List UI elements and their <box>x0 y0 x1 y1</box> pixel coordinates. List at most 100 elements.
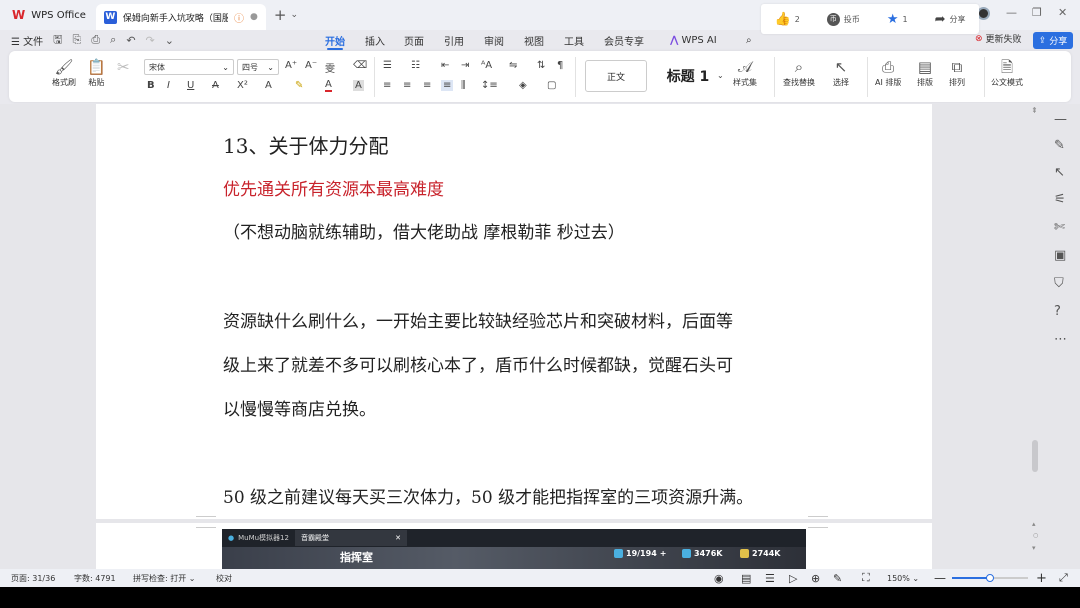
scroll-thumb[interactable] <box>1032 440 1038 472</box>
print-icon[interactable]: ⎙ <box>91 33 100 47</box>
font-color-icon[interactable]: A <box>325 80 332 92</box>
ai-layout-button[interactable]: ⎙ AI 排版 <box>875 57 901 88</box>
zoom-slider-knob[interactable] <box>986 574 994 582</box>
style-set-button[interactable]: 𝒜 样式集 <box>733 57 757 88</box>
redo-icon[interactable]: ↷ <box>146 34 155 47</box>
show-marks-icon[interactable]: ¶ <box>557 60 563 71</box>
border-icon[interactable]: ▢ <box>547 80 556 91</box>
eye-icon[interactable]: ◉ <box>714 569 724 587</box>
text-effect-icon[interactable]: A <box>265 80 272 91</box>
share-button[interactable]: ⇪ 分享 <box>1033 32 1073 49</box>
highlight-icon[interactable]: ✎ <box>295 80 303 91</box>
vertical-scrollbar[interactable]: ⇞ ▴ ○ ▾ <box>1030 104 1040 569</box>
official-mode-button[interactable]: 🗎 公文模式 <box>991 57 1023 88</box>
zoom-out-icon[interactable]: — <box>934 569 946 587</box>
scroll-dot-icon[interactable]: ○ <box>1033 532 1038 539</box>
warning-icon[interactable]: ⓘ <box>234 10 244 25</box>
text-direction-icon[interactable]: ⇋ <box>509 60 517 71</box>
tab-list-chevron-icon[interactable]: ⌄ <box>290 10 298 20</box>
style-normal[interactable]: 正文 <box>585 60 647 92</box>
decrease-indent-icon[interactable]: ⇤ <box>441 60 449 71</box>
align-right-icon[interactable]: ≡ <box>423 80 431 91</box>
style-heading-1[interactable]: 标题 1 <box>651 60 725 92</box>
superscript-icon[interactable]: X² <box>237 80 248 91</box>
menu-wps-ai[interactable]: ⋀ WPS AI <box>670 30 717 50</box>
quick-access-chevron-icon[interactable]: ⌄ <box>165 34 174 47</box>
menu-start[interactable]: 开始 <box>325 30 345 50</box>
menu-insert[interactable]: 插入 <box>365 30 385 50</box>
char-shading-icon[interactable]: A <box>353 80 364 91</box>
save-icon[interactable]: 🖫 <box>53 31 62 50</box>
zoom-in-icon[interactable]: + <box>1036 569 1047 587</box>
word-count[interactable]: 字数: 4791 <box>74 569 116 587</box>
menu-member[interactable]: 会员专享 <box>604 30 644 50</box>
adjust-icon[interactable]: ⚟ <box>1054 192 1066 207</box>
spell-check[interactable]: 拼写检查: 打开 ⌄ <box>133 569 196 587</box>
bold-icon[interactable]: B <box>147 80 155 91</box>
embedded-screenshot[interactable]: ● MuMu模拟器12 音霸殿堂 ✕ ‹ 指挥室 19/194 + 3476K … <box>222 529 806 569</box>
menu-review[interactable]: 审阅 <box>484 30 504 50</box>
scroll-prev-icon[interactable]: ▴ <box>1032 520 1036 528</box>
justify-icon[interactable]: ≡ <box>441 80 454 91</box>
zoom-slider[interactable] <box>952 574 1028 582</box>
document-tab[interactable]: W 保姆向新手入坑攻略（国服） ⓘ ● <box>95 4 266 30</box>
zoom-level[interactable]: 150% ⌄ <box>887 569 919 587</box>
tools-icon[interactable]: ✄ <box>1054 220 1065 235</box>
restore-icon[interactable]: ❐ <box>1032 6 1042 19</box>
sort-icon[interactable]: ⇅ <box>537 60 545 71</box>
menu-tools[interactable]: 工具 <box>564 30 584 50</box>
favorite-button[interactable]: ★ 1 <box>887 12 908 27</box>
more-icon[interactable]: ⋯ <box>1054 332 1067 347</box>
format-painter-button[interactable]: 🖌 格式刷 <box>52 57 76 88</box>
layout-button[interactable]: ▤ 排版 <box>917 57 933 88</box>
like-button[interactable]: 👍 2 <box>775 12 800 27</box>
fullscreen-icon[interactable]: ⤢ <box>1059 569 1068 587</box>
phonetic-icon[interactable]: 雯 <box>325 60 335 75</box>
shading-icon[interactable]: ◈ <box>519 80 527 91</box>
document-page-next[interactable]: ● MuMu模拟器12 音霸殿堂 ✕ ‹ 指挥室 19/194 + 3476K … <box>96 523 932 569</box>
help-icon[interactable]: ? <box>1054 304 1061 319</box>
font-name-select[interactable]: 宋体 ⌄ <box>144 59 234 75</box>
bullet-list-icon[interactable]: ☰ <box>383 60 392 71</box>
undo-icon[interactable]: ↶ <box>126 34 135 47</box>
image-edit-icon[interactable]: ▣ <box>1054 248 1066 263</box>
line-spacing-icon[interactable]: ↕≡ <box>481 80 498 91</box>
play-icon[interactable]: ▷ <box>789 569 797 587</box>
scroll-next-icon[interactable]: ▾ <box>1032 544 1036 552</box>
distributed-icon[interactable]: ⫼ <box>461 80 466 91</box>
minimize-icon[interactable]: — <box>1006 6 1017 19</box>
select-button[interactable]: ↖ 选择 <box>833 57 849 88</box>
web-view-icon[interactable]: ⊕ <box>811 569 820 587</box>
social-share-button[interactable]: ➦ 分享 <box>935 12 966 27</box>
file-menu[interactable]: ☰ 文件 <box>11 33 43 48</box>
print-preview-icon[interactable]: ⌕ <box>110 33 116 47</box>
new-tab-icon[interactable]: + <box>274 6 287 24</box>
strikethrough-icon[interactable]: A <box>212 80 219 91</box>
arrange-button[interactable]: ⧉ 排列 <box>949 57 965 88</box>
increase-indent-icon[interactable]: ⇥ <box>461 60 469 71</box>
clear-format-icon[interactable]: ⌫ <box>353 60 367 71</box>
wps-home-tab[interactable]: W WPS Office <box>0 0 96 30</box>
export-pdf-icon[interactable]: ⎘ <box>73 33 82 47</box>
change-case-icon[interactable]: ᴬA <box>481 60 492 71</box>
outline-view-icon[interactable]: ☰ <box>765 569 775 587</box>
close-window-icon[interactable]: ✕ <box>1058 6 1067 19</box>
menu-page[interactable]: 页面 <box>404 30 424 50</box>
coin-button[interactable]: 币 投币 <box>826 12 860 26</box>
collapse-icon[interactable]: — <box>1054 112 1067 127</box>
menu-reference[interactable]: 引用 <box>444 30 464 50</box>
align-center-icon[interactable]: ≡ <box>403 80 411 91</box>
document-page[interactable]: 13、关于体力分配 优先通关所有资源本最高难度 （不想动脑就练辅助，借大佬助战 … <box>96 104 932 519</box>
update-failed-button[interactable]: ⊗ 更新失败 <box>975 32 1022 46</box>
fit-page-icon[interactable]: ⛶ <box>862 569 870 587</box>
write-icon[interactable]: ✎ <box>833 569 842 587</box>
unsaved-dot-icon[interactable]: ● <box>250 12 258 22</box>
numbered-list-icon[interactable]: ☷ <box>411 60 420 71</box>
cut-button[interactable]: ✂ <box>117 57 130 77</box>
proofread[interactable]: 校对 <box>216 569 232 587</box>
scroll-up-icon[interactable]: ⇞ <box>1031 106 1038 115</box>
paste-button[interactable]: 📋 粘贴 <box>87 57 106 88</box>
menu-view[interactable]: 视图 <box>524 30 544 50</box>
align-left-icon[interactable]: ≡ <box>383 80 391 91</box>
grow-font-icon[interactable]: A⁺ <box>285 60 297 71</box>
